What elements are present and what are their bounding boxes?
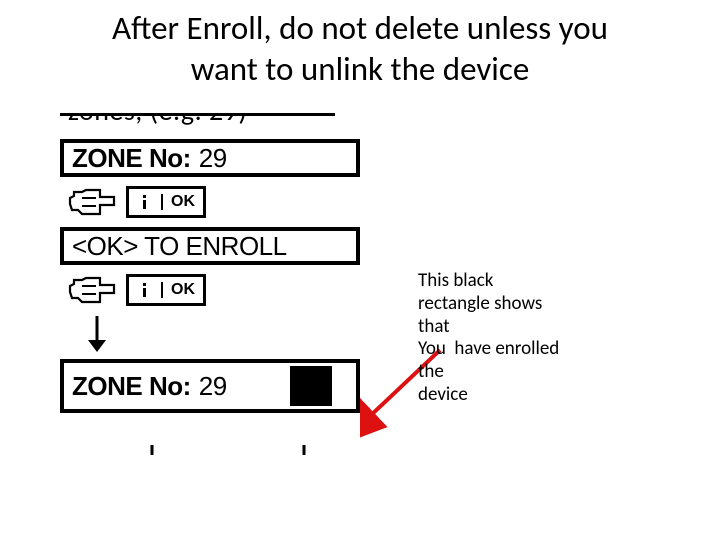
press-ok-row-1: OK — [60, 183, 370, 221]
divider-icon — [159, 282, 165, 298]
callout-line-5: the — [418, 361, 633, 384]
info-i-icon — [137, 282, 153, 298]
lcd-zone-number-initial: ZONE No: 29 — [60, 139, 360, 177]
press-ok-row-2: OK — [60, 271, 370, 309]
info-i-icon — [137, 194, 153, 210]
title-line-2: want to unlink the device — [191, 49, 530, 89]
zone-label-1: ZONE No: — [72, 143, 191, 174]
arrow-down-icon — [86, 316, 108, 352]
cropped-previous-text: zones, (e.g. 29) — [68, 113, 247, 128]
zone-value-2: 29 — [199, 371, 227, 402]
title-line-1: After Enroll, do not delete unless you — [112, 8, 608, 48]
lcd-zone-number-enrolled: ZONE No: 29 — [60, 359, 360, 413]
callout-line-1: This black — [418, 270, 633, 293]
zone-value-1: 29 — [199, 143, 227, 174]
ok-key-label-2: OK — [171, 281, 195, 299]
pointing-hand-icon — [68, 186, 116, 218]
zone-label-2: ZONE No: — [72, 371, 191, 402]
pointing-hand-icon — [68, 274, 116, 306]
page-title: After Enroll, do not delete unless you w… — [0, 8, 720, 91]
lcd-ok-to-enroll: <OK> TO ENROLL — [60, 227, 360, 265]
ok-key-label-1: OK — [171, 193, 195, 211]
cropped-continuation-ticks — [60, 445, 360, 459]
ok-key: OK — [126, 274, 206, 306]
callout-line-6: device — [418, 384, 633, 407]
callout-text: This black rectangle shows that You have… — [418, 270, 633, 407]
cropped-previous-step: zones, (e.g. 29) — [60, 113, 370, 135]
enroll-flow-diagram: zones, (e.g. 29) ZONE No: 29 — [60, 113, 370, 413]
ok-key: OK — [126, 186, 206, 218]
divider-icon — [159, 194, 165, 210]
enrolled-indicator-square — [290, 366, 332, 406]
callout-line-4: You have enrolled — [418, 338, 633, 361]
lcd-ok-to-enroll-text: <OK> TO ENROLL — [72, 231, 287, 262]
flow-down-arrow-row — [60, 315, 370, 353]
callout-line-3: that — [418, 316, 633, 339]
callout-line-2: rectangle shows — [418, 293, 633, 316]
